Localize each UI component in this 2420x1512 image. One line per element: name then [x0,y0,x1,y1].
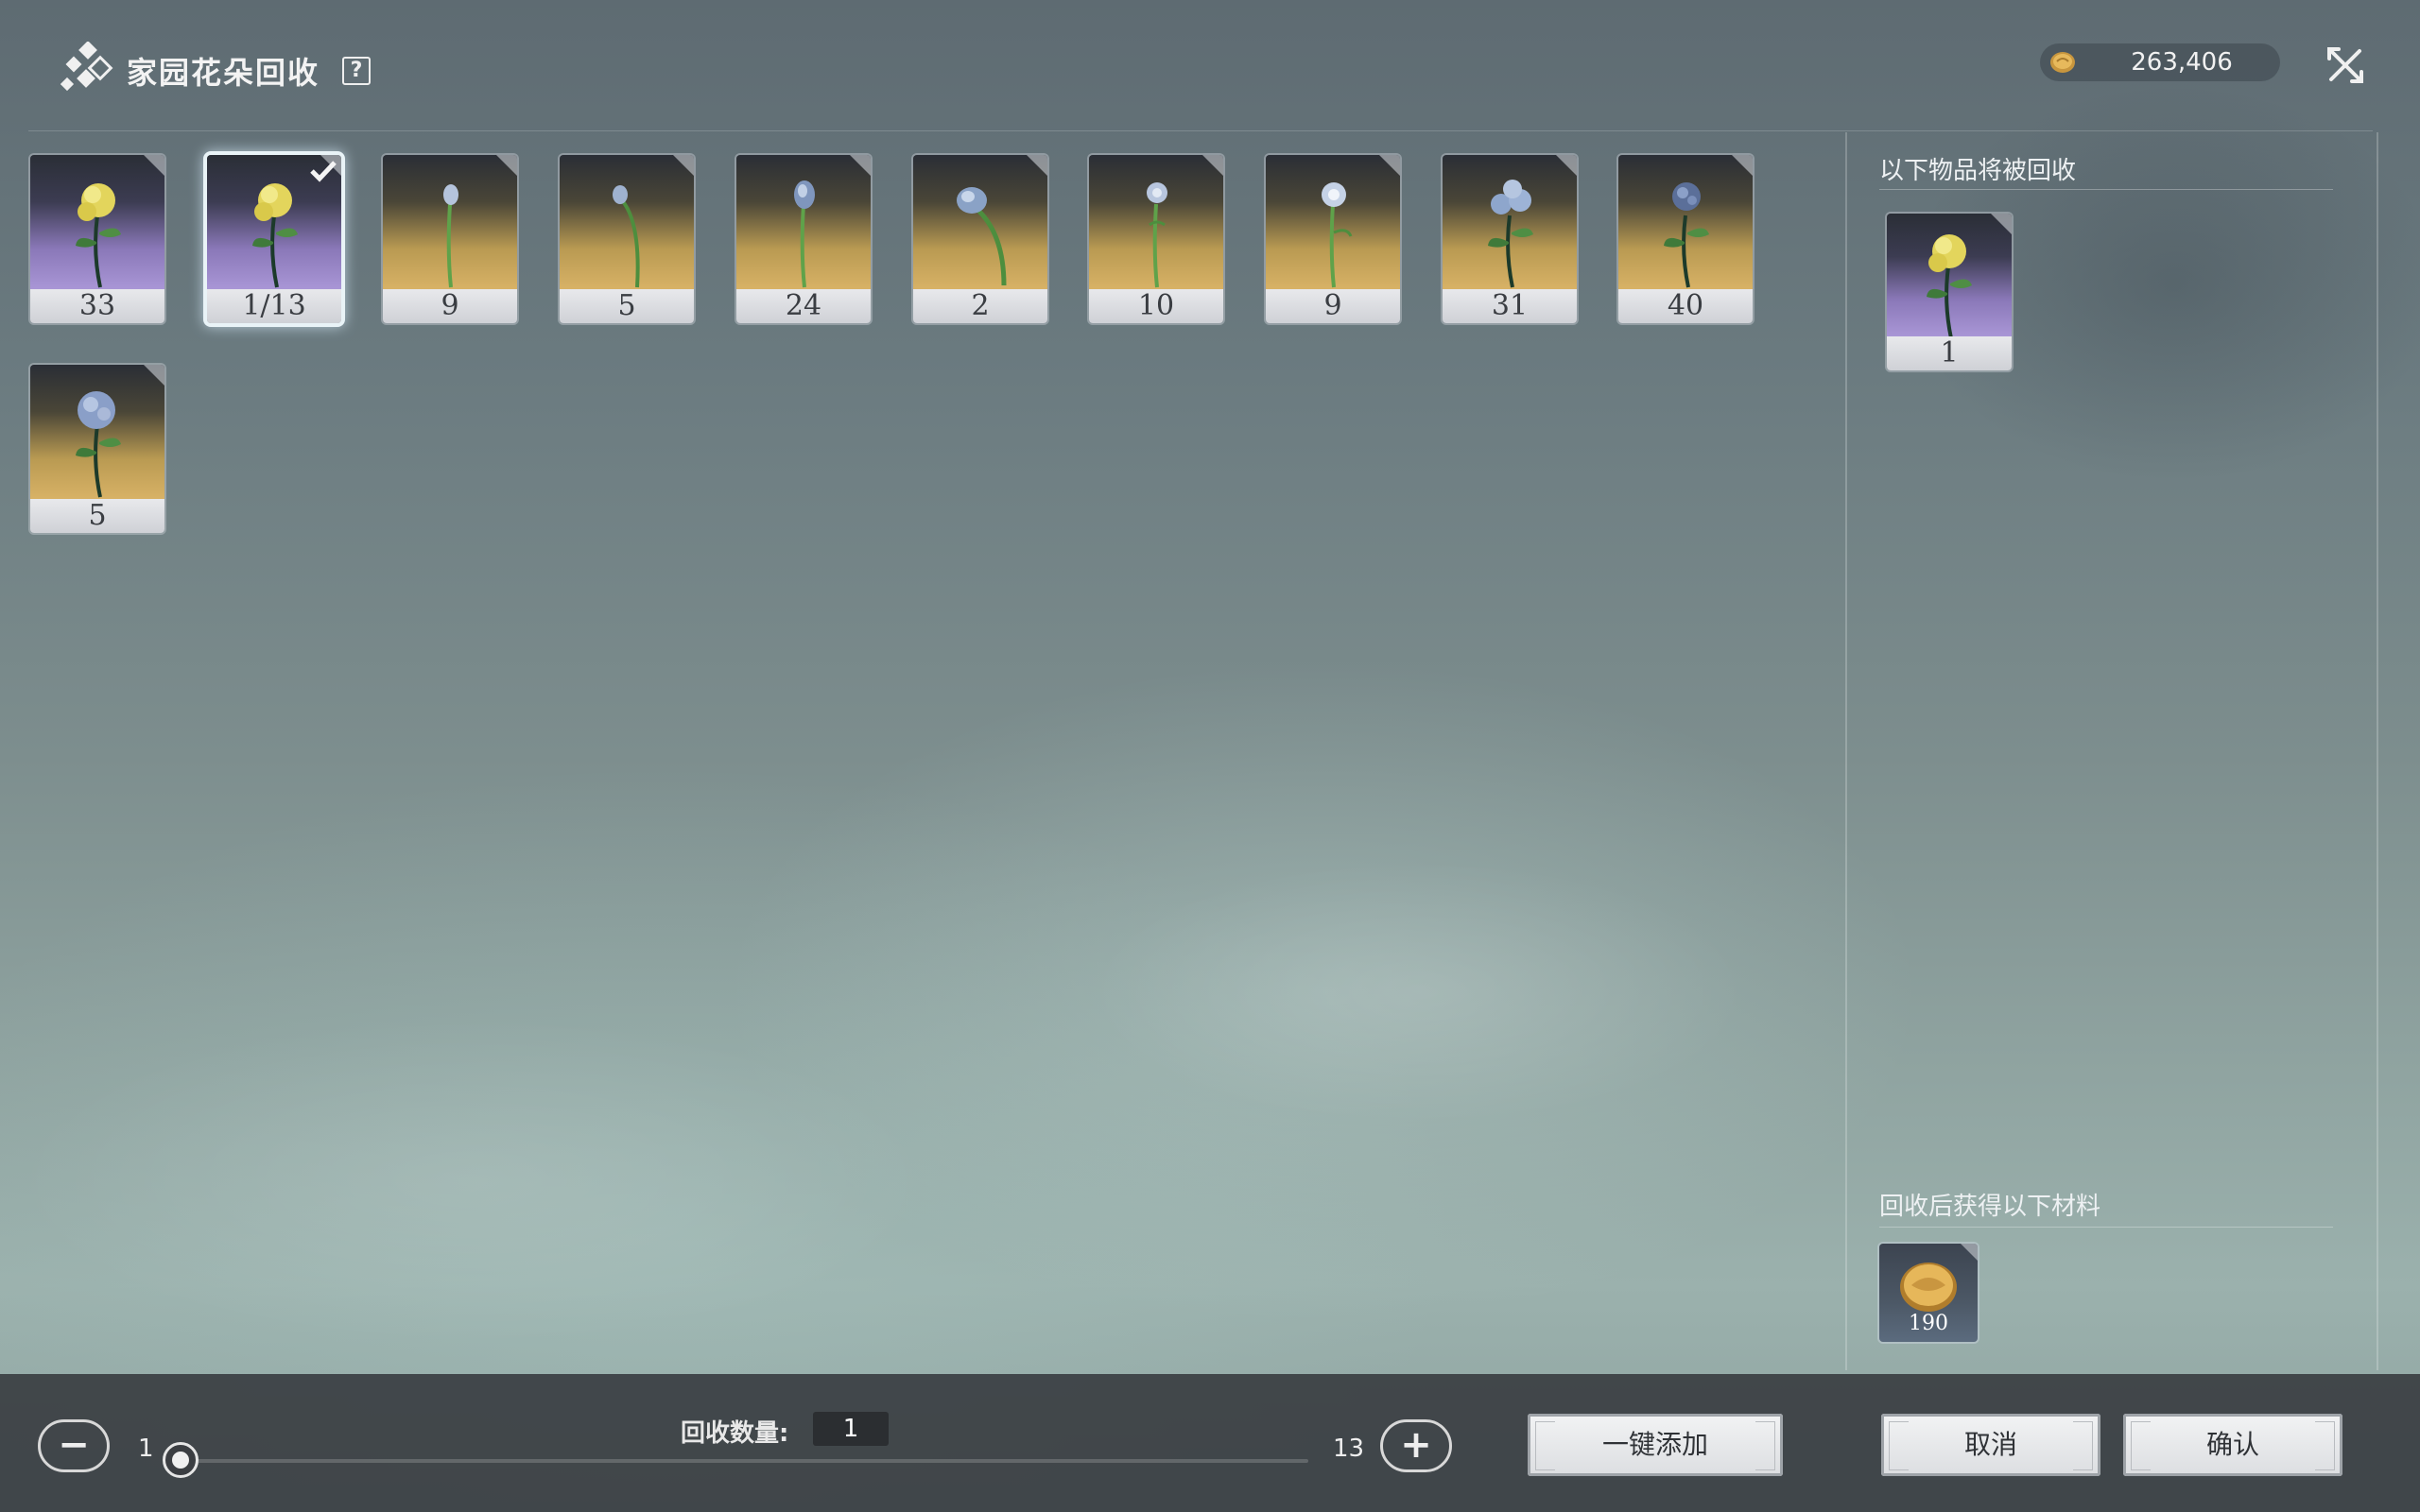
quantity-input[interactable]: 1 [813,1412,889,1446]
flower-item-card[interactable]: 1/13 [207,155,341,323]
flower-item-card[interactable]: 5 [560,155,694,323]
reward-value: 190 [1909,1312,1948,1335]
card-corner [144,155,164,176]
flower-item-card[interactable]: 9 [383,155,517,323]
flower-item-card[interactable]: 33 [30,155,164,323]
quantity-slider-thumb[interactable] [163,1442,199,1478]
slider-min-value: 1 [138,1435,154,1463]
item-count: 1 [1887,336,2012,370]
flower-icon [613,185,640,288]
flower-item-card[interactable]: 5 [30,365,164,533]
flower-icon [1927,234,1972,339]
quantity-label: 回收数量: [681,1419,789,1448]
item-count: 2 [913,289,1047,323]
flower-item-card[interactable]: 40 [1618,155,1753,323]
card-corner [850,155,871,176]
item-count: 40 [1618,289,1753,323]
item-count: 9 [1266,289,1400,323]
currency-display: 263,406 [2040,43,2280,81]
flower-icon [76,183,121,288]
recycle-items-label: 以下物品将被回收 [1879,157,2077,185]
panel-divider [1879,189,2333,190]
card-corner [1379,155,1400,176]
currency-amount: 263,406 [2131,48,2233,77]
gold-coin-icon [2050,52,2075,73]
add-all-button[interactable]: 一键添加 [1528,1414,1783,1476]
cancel-button[interactable]: 取消 [1881,1414,2100,1476]
card-corner [1202,155,1223,176]
help-button[interactable]: ? [342,57,371,85]
rewards-label: 回收后获得以下材料 [1879,1193,2101,1221]
plus-icon: + [1400,1423,1432,1467]
flower-item-card[interactable]: 1 [1887,214,2012,370]
item-count: 10 [1089,289,1223,323]
card-corner [1556,155,1577,176]
slider-max-value: 13 [1333,1435,1365,1463]
flower-item-card[interactable]: 2 [913,155,1047,323]
flower-item-card[interactable]: 24 [736,155,871,323]
confirm-button[interactable]: 确认 [2123,1414,2342,1476]
card-corner [673,155,694,176]
flower-icon [1488,180,1533,288]
gold-coin-icon [1900,1263,1957,1312]
header-divider [28,130,2373,131]
flower-icon [1664,182,1709,288]
flower-icon [1147,182,1167,288]
flower-icon [252,183,298,288]
decrease-button[interactable]: − [38,1419,110,1472]
card-corner [1991,214,2012,234]
flower-icon [957,187,1007,286]
flower-item-card[interactable]: 9 [1266,155,1400,323]
item-count: 5 [30,499,164,533]
increase-button[interactable]: + [1380,1419,1452,1472]
card-corner [1961,1244,1978,1261]
card-corner [1732,155,1753,176]
flower-icon [76,391,121,498]
card-corner [496,155,517,176]
flower-icon [794,180,815,288]
reward-item[interactable]: 190 [1879,1244,1978,1342]
checkmark-icon [310,161,337,182]
home-logo-icon [60,42,113,92]
minus-icon: − [58,1423,90,1467]
flower-icon [1322,182,1353,288]
flower-icon [443,184,458,288]
card-corner [144,365,164,386]
item-count: 5 [560,289,694,323]
item-count: 31 [1443,289,1577,323]
item-count: 33 [30,289,164,323]
flower-item-card[interactable]: 31 [1443,155,1577,323]
item-count: 1/13 [207,289,341,323]
item-count: 9 [383,289,517,323]
close-icon[interactable] [2325,45,2365,85]
card-corner [1027,155,1047,176]
panel-divider [1879,1227,2333,1228]
flower-item-card[interactable]: 10 [1089,155,1223,323]
quantity-slider-track[interactable] [183,1459,1308,1463]
item-count: 24 [736,289,871,323]
page-title: 家园花朵回收 [127,55,320,91]
